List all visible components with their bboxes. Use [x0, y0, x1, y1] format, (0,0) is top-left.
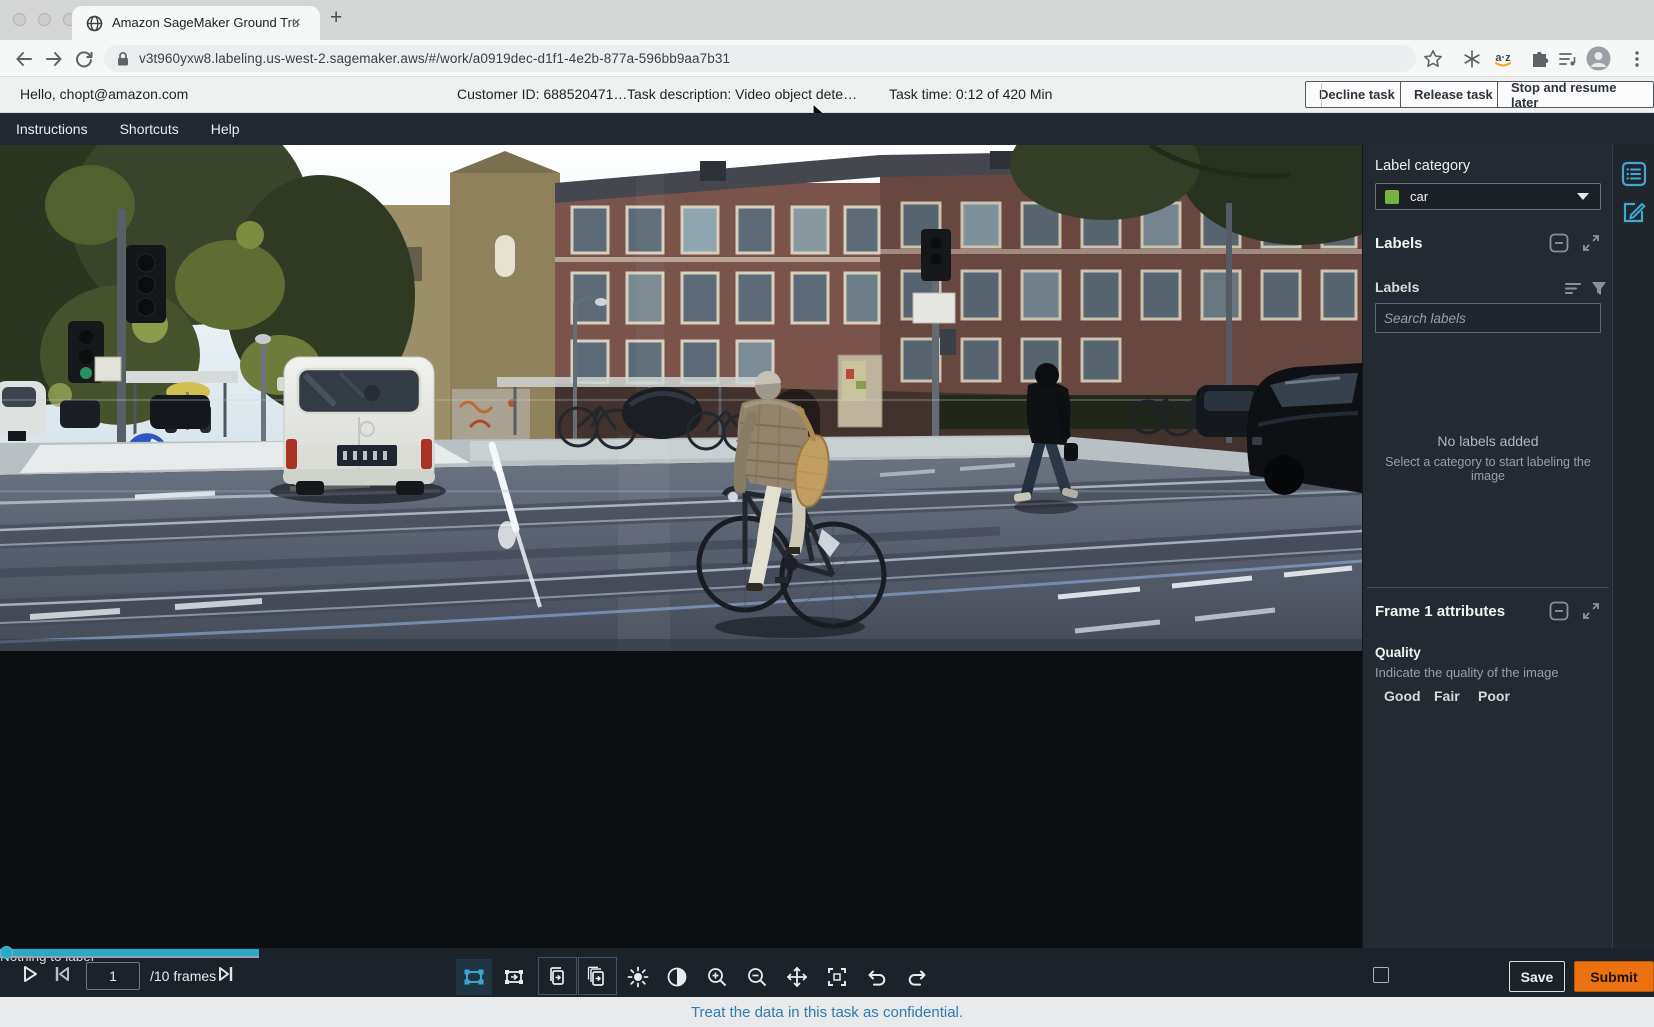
zoom-in-tool[interactable] — [699, 959, 735, 995]
label-category-title: Label category — [1375, 158, 1470, 174]
browser-toolbar: v3t960yxw8.labeling.us-west-2.sagemaker.… — [0, 40, 1654, 77]
lock-icon — [116, 51, 130, 67]
labeling-canvas[interactable] — [0, 145, 1362, 948]
expand-attributes-icon[interactable] — [1581, 601, 1601, 621]
redo-button[interactable] — [899, 959, 935, 995]
filter-icon[interactable] — [1589, 278, 1609, 298]
video-frame-image[interactable] — [0, 145, 1362, 651]
task-description[interactable]: Task description: Video object dete… — [627, 86, 857, 102]
save-button[interactable]: Save — [1509, 961, 1565, 992]
play-button[interactable] — [18, 962, 42, 986]
reload-icon[interactable] — [72, 47, 96, 71]
total-frames-label: /10 frames — [150, 968, 216, 984]
quality-hint: Indicate the quality of the image — [1375, 665, 1559, 680]
white-van — [270, 357, 446, 504]
expand-section-icon[interactable] — [1581, 233, 1601, 253]
predict-next-box-tool[interactable] — [496, 959, 532, 995]
menu-shortcuts[interactable]: Shortcuts — [104, 113, 195, 145]
nothing-to-label-checkbox[interactable] — [1373, 967, 1389, 983]
brightness-tool[interactable] — [620, 959, 656, 995]
forward-icon[interactable] — [42, 47, 66, 71]
customer-id: Customer ID: 688520471… — [457, 86, 627, 102]
browser-tab[interactable]: Amazon SageMaker Ground Tru × — [72, 6, 320, 40]
stop-resume-button[interactable]: Stop and resume later — [1497, 81, 1654, 108]
menu-help[interactable]: Help — [195, 113, 256, 145]
bookmark-star-icon[interactable] — [1422, 48, 1444, 70]
pinwheel-extension-icon[interactable] — [1461, 48, 1483, 70]
extensions-puzzle-icon[interactable] — [1529, 48, 1551, 70]
quality-good-button[interactable]: Good — [1384, 688, 1421, 704]
browser-tab-strip: Amazon SageMaker Ground Tru × + — [0, 0, 1654, 40]
menu-instructions[interactable]: Instructions — [0, 113, 104, 145]
labeling-side-panel: Label category car Labels Labels No labe… — [1362, 145, 1612, 948]
draw-box-tool[interactable] — [456, 959, 492, 995]
app-menu-bar: Instructions Shortcuts Help — [0, 113, 1654, 145]
user-greeting: Hello, chopt@amazon.com — [20, 86, 188, 102]
quality-poor-button[interactable]: Poor — [1478, 688, 1510, 704]
empty-labels-title: No labels added — [1363, 433, 1613, 449]
selected-category: car — [1410, 189, 1428, 204]
back-icon[interactable] — [12, 47, 36, 71]
scrubber-handle[interactable] — [0, 946, 13, 959]
chrome-menu-icon[interactable] — [1626, 48, 1648, 70]
url-bar[interactable]: v3t960yxw8.labeling.us-west-2.sagemaker.… — [104, 45, 1416, 72]
skip-to-start-button[interactable] — [50, 962, 74, 986]
frame-attributes-title: Frame 1 attributes — [1375, 603, 1505, 620]
labels-list-title: Labels — [1375, 279, 1419, 295]
copy-to-next-frame-tool[interactable] — [539, 959, 575, 995]
url-text: v3t960yxw8.labeling.us-west-2.sagemaker.… — [139, 51, 730, 66]
new-tab-button[interactable]: + — [330, 6, 342, 30]
quality-title: Quality — [1375, 645, 1421, 660]
copy-to-all-frames-tool[interactable] — [578, 959, 614, 995]
release-task-button[interactable]: Release task — [1400, 81, 1507, 108]
search-labels-input[interactable] — [1375, 303, 1601, 333]
collapse-attributes-icon[interactable] — [1549, 601, 1569, 621]
task-time: Task time: 0:12 of 420 Min — [889, 86, 1052, 102]
globe-icon — [86, 15, 103, 32]
playback-toolbar: /10 frames — [0, 948, 1654, 997]
submit-button[interactable]: Submit — [1574, 961, 1654, 992]
svg-text:a·z: a·z — [1495, 52, 1511, 64]
skip-to-end-button[interactable] — [214, 962, 238, 986]
undo-button[interactable] — [859, 959, 895, 995]
macos-close-button[interactable] — [13, 13, 26, 26]
collapse-section-icon[interactable] — [1549, 233, 1569, 253]
header-separator — [1321, 83, 1322, 107]
tab-close-icon[interactable]: × — [292, 14, 301, 31]
profile-avatar[interactable] — [1586, 46, 1611, 71]
scrubber-loaded-bar[interactable] — [0, 949, 259, 956]
panel-divider — [1367, 587, 1609, 588]
fit-to-screen-tool[interactable] — [819, 959, 855, 995]
empty-labels-hint: Select a category to start labeling the … — [1369, 455, 1607, 483]
edit-attributes-icon[interactable] — [1621, 199, 1647, 225]
labels-section-title: Labels — [1375, 235, 1423, 252]
chevron-down-icon — [1577, 193, 1589, 200]
reading-list-icon[interactable] — [1556, 48, 1578, 70]
contrast-tool[interactable] — [659, 959, 695, 995]
view-toggle-strip — [1612, 145, 1654, 948]
current-frame-input[interactable] — [86, 962, 140, 990]
confidential-footer: Treat the data in this task as confident… — [0, 997, 1654, 1027]
zoom-out-tool[interactable] — [739, 959, 775, 995]
sort-icon[interactable] — [1563, 278, 1583, 298]
quality-fair-button[interactable]: Fair — [1434, 688, 1460, 704]
category-color-swatch — [1385, 190, 1399, 204]
label-list-view-icon[interactable] — [1621, 161, 1647, 187]
macos-minimize-button[interactable] — [38, 13, 51, 26]
amazon-extension-icon[interactable]: a·z — [1492, 48, 1514, 70]
scrubber-track[interactable] — [0, 956, 259, 958]
label-category-dropdown[interactable]: car — [1375, 183, 1601, 210]
pan-tool[interactable] — [779, 959, 815, 995]
confidential-notice: Treat the data in this task as confident… — [691, 1004, 963, 1021]
